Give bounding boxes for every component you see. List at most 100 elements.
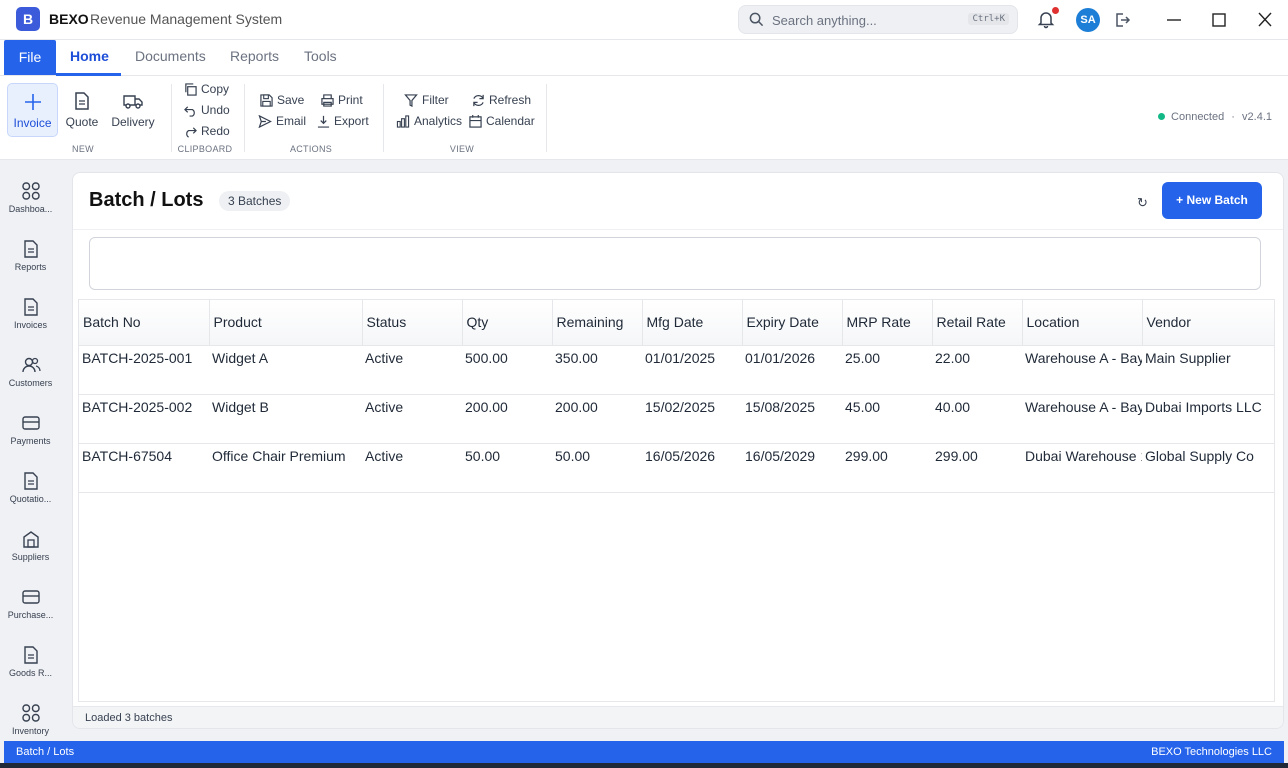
- export-button[interactable]: Export: [317, 114, 369, 128]
- sidebar-item-suppliers[interactable]: Suppliers: [0, 529, 61, 562]
- cell-mfg-date: 16/05/2026: [642, 443, 742, 493]
- undo-button[interactable]: Undo: [184, 103, 230, 117]
- sidebar-item-label: Payments: [10, 436, 51, 446]
- sidebar-item-purchase[interactable]: Purchase...: [0, 587, 61, 620]
- document-icon: [75, 92, 89, 110]
- column-header[interactable]: Mfg Date: [642, 300, 743, 346]
- save-button[interactable]: Save: [260, 93, 304, 107]
- new-delivery-label: Delivery: [111, 115, 155, 129]
- sidebar-item-inventory[interactable]: Inventory: [0, 703, 61, 736]
- tab-home[interactable]: Home: [70, 48, 109, 64]
- redo-label: Redo: [201, 124, 230, 138]
- new-batch-button[interactable]: + New Batch: [1162, 182, 1262, 219]
- cell-retail-rate: 22.00: [932, 345, 1022, 395]
- close-icon[interactable]: [1257, 10, 1273, 35]
- sidebar-item-invoices[interactable]: Invoices: [0, 297, 61, 330]
- cell-batch-no: BATCH-2025-002: [79, 394, 209, 444]
- calendar-label: Calendar: [486, 114, 535, 128]
- sidebar-item-quotations[interactable]: Quotatio...: [0, 471, 61, 504]
- batch-lots-panel: Batch / Lots 3 Batches ↻ + New Batch Bat…: [72, 172, 1284, 729]
- header-divider: [73, 229, 1283, 230]
- connection-status: Connected · v2.4.1: [1158, 111, 1272, 123]
- refresh-icon: [473, 94, 484, 107]
- cell-batch-no: BATCH-67504: [79, 443, 209, 493]
- copy-button[interactable]: Copy: [184, 82, 229, 96]
- dashboard-icon: [21, 704, 40, 722]
- bar-chart-icon: [396, 115, 410, 128]
- status-bar-company: BEXO Technologies LLC: [1151, 746, 1272, 758]
- sidebar-item-goods-receipt[interactable]: Goods R...: [0, 645, 61, 678]
- save-icon: [260, 94, 273, 107]
- panel-footer: Loaded 3 batches: [73, 706, 1283, 728]
- filter-button[interactable]: Filter: [404, 93, 449, 108]
- column-header[interactable]: Batch No: [79, 300, 210, 346]
- ribbon-toolbar: Invoice Quote Delivery NEW Copy Undo Red…: [0, 76, 1288, 160]
- tab-tools[interactable]: Tools: [304, 48, 337, 64]
- sidebar-item-label: Customers: [8, 378, 53, 388]
- card-icon: [21, 590, 40, 604]
- new-delivery-button[interactable]: Delivery: [108, 83, 158, 137]
- file-menu-button[interactable]: File: [4, 40, 56, 75]
- group-label-clipboard: CLIPBOARD: [177, 144, 233, 154]
- search-shortcut: Ctrl+K: [968, 13, 1009, 25]
- filter-label: Filter: [422, 93, 449, 107]
- title-bar: B BEXO Revenue Management System Search …: [0, 0, 1288, 40]
- batch-table: Batch No Product Status Qty Remaining Mf…: [78, 299, 1275, 702]
- global-search[interactable]: Search anything... Ctrl+K: [738, 5, 1018, 34]
- reload-icon[interactable]: ↻: [1137, 195, 1148, 211]
- column-header[interactable]: Retail Rate: [932, 300, 1023, 346]
- undo-label: Undo: [201, 103, 230, 117]
- sidebar-item-reports[interactable]: Reports: [0, 239, 61, 272]
- cell-remaining: 200.00: [552, 394, 642, 444]
- ribbon-separator: [383, 84, 384, 152]
- sidebar-item-payments[interactable]: Payments: [0, 413, 61, 446]
- column-header[interactable]: MRP Rate: [842, 300, 933, 346]
- column-header[interactable]: Expiry Date: [742, 300, 843, 346]
- cell-retail-rate: 299.00: [932, 443, 1022, 493]
- redo-button[interactable]: Redo: [184, 124, 230, 138]
- status-bar: Batch / Lots BEXO Technologies LLC: [4, 741, 1284, 763]
- table-row[interactable]: BATCH-67504 Office Chair Premium Active …: [79, 443, 1274, 493]
- taskbar-edge: [0, 763, 1288, 768]
- group-label-new: NEW: [72, 144, 94, 154]
- table-row[interactable]: BATCH-2025-001 Widget A Active 500.00 35…: [79, 345, 1274, 395]
- tab-documents[interactable]: Documents: [135, 48, 206, 64]
- column-header[interactable]: Status: [362, 300, 463, 346]
- cell-expiry-date: 01/01/2026: [742, 345, 842, 395]
- cell-mrp-rate: 299.00: [842, 443, 932, 493]
- sidebar-item-dashboard[interactable]: Dashboa...: [0, 181, 61, 214]
- logout-icon[interactable]: [1112, 10, 1132, 35]
- cell-status: Active: [362, 394, 462, 444]
- calendar-button[interactable]: Calendar: [469, 114, 535, 128]
- group-label-actions: ACTIONS: [289, 144, 333, 154]
- table-row[interactable]: BATCH-2025-002 Widget B Active 200.00 20…: [79, 394, 1274, 444]
- column-header[interactable]: Vendor: [1142, 300, 1274, 346]
- cell-vendor: Global Supply Co: [1142, 443, 1274, 493]
- column-header[interactable]: Remaining: [552, 300, 643, 346]
- sidebar-item-customers[interactable]: Customers: [0, 355, 61, 388]
- refresh-button[interactable]: Refresh: [472, 93, 531, 107]
- column-header[interactable]: Product: [209, 300, 363, 346]
- cell-remaining: 350.00: [552, 345, 642, 395]
- export-label: Export: [334, 114, 369, 128]
- printer-icon: [321, 94, 334, 107]
- group-label-view: VIEW: [449, 144, 475, 154]
- maximize-icon[interactable]: [1211, 10, 1227, 35]
- filter-area[interactable]: [89, 237, 1261, 290]
- analytics-button[interactable]: Analytics: [396, 114, 462, 128]
- column-header[interactable]: Qty: [462, 300, 553, 346]
- document-icon: [23, 472, 38, 490]
- new-invoice-button[interactable]: Invoice: [7, 83, 58, 137]
- minimize-icon[interactable]: [1166, 10, 1182, 35]
- email-button[interactable]: Email: [258, 114, 306, 129]
- document-icon: [23, 646, 38, 664]
- user-avatar[interactable]: SA: [1076, 8, 1100, 32]
- column-header[interactable]: Location: [1022, 300, 1143, 346]
- tab-reports[interactable]: Reports: [230, 48, 279, 64]
- cell-vendor: Main Supplier: [1142, 345, 1274, 395]
- print-button[interactable]: Print: [321, 93, 363, 107]
- new-quote-button[interactable]: Quote: [62, 83, 102, 137]
- cell-location: Warehouse A - Bay 2: [1022, 394, 1142, 444]
- building-icon: [22, 531, 39, 548]
- users-icon: [21, 357, 41, 373]
